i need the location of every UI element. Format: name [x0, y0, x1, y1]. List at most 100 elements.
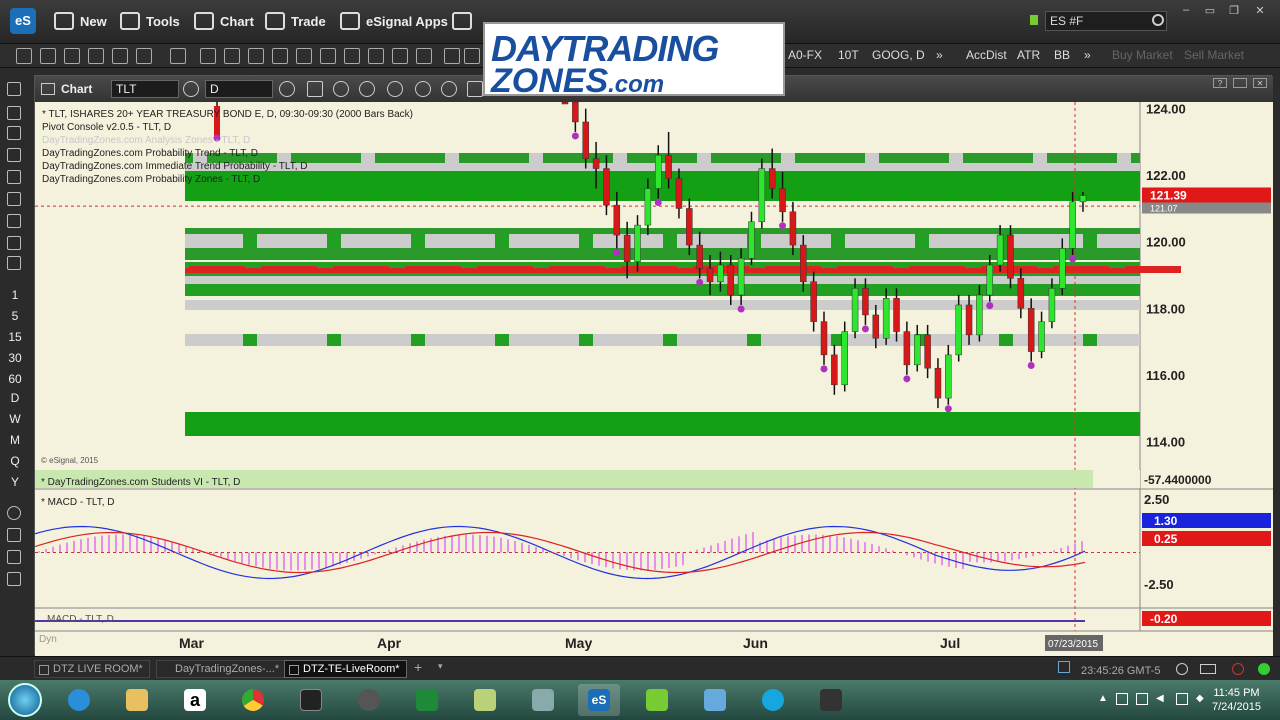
toolbar-icon-12[interactable]	[296, 48, 312, 64]
add-tab-button[interactable]: +	[414, 659, 422, 675]
tab-dtz-live-room[interactable]: DTZ LIVE ROOM*	[34, 660, 150, 678]
tray-up-arrow-icon[interactable]: ▲	[1098, 693, 1110, 705]
menu-icon[interactable]	[7, 550, 21, 564]
interval-monthly[interactable]: M	[0, 433, 30, 447]
interval-select[interactable]: D	[205, 80, 273, 98]
taskbar-chrome[interactable]	[232, 684, 274, 716]
taskbar-app5[interactable]	[290, 684, 332, 716]
chart-maximize-button[interactable]	[1233, 78, 1247, 88]
toolbar-icon-4[interactable]	[88, 48, 104, 64]
taskbar-app11[interactable]	[694, 684, 736, 716]
toolbar-icon-5[interactable]	[112, 48, 128, 64]
tray-network-icon[interactable]	[1176, 693, 1188, 705]
toolbar-icon-19[interactable]	[464, 48, 480, 64]
taskbar-app10[interactable]	[636, 684, 678, 716]
taskbar-camera[interactable]	[348, 684, 390, 716]
taskbar-app13[interactable]	[810, 684, 852, 716]
toolbar-icon-15[interactable]	[368, 48, 384, 64]
zoom-icon[interactable]	[387, 81, 403, 97]
status-clock-icon[interactable]	[1176, 663, 1188, 675]
tray-monitor-icon[interactable]	[1136, 693, 1148, 705]
interval-30[interactable]: 30	[0, 351, 30, 365]
draw-tool-icon-1[interactable]	[7, 82, 21, 96]
symbol-select[interactable]: TLT	[111, 80, 179, 98]
toolbar-icon-6[interactable]	[136, 48, 152, 64]
chart-help-button[interactable]: ?	[1213, 78, 1227, 88]
window-close-button[interactable]: ✕	[1250, 4, 1270, 17]
taskbar-esignal[interactable]: eS	[578, 684, 620, 716]
toolbar-icon-1[interactable]	[16, 48, 32, 64]
esignal-logo-icon[interactable]: eS	[10, 8, 36, 34]
toolbar-item-bb[interactable]: BB	[1054, 48, 1070, 62]
toolbar-icon-17[interactable]	[416, 48, 432, 64]
toolbar-item-accdist[interactable]: AccDist	[966, 48, 1007, 62]
cursor-icon[interactable]	[415, 81, 431, 97]
menu-trade[interactable]: Trade	[265, 12, 326, 30]
tab-dropdown-icon[interactable]: ▾	[438, 661, 443, 672]
interval-60[interactable]: 60	[0, 372, 30, 386]
toolbar-icon-2[interactable]	[40, 48, 56, 64]
toolbar-icon-8[interactable]	[200, 48, 216, 64]
draw-tool-icon-2[interactable]	[7, 106, 21, 120]
interval-weekly[interactable]: W	[0, 412, 30, 426]
tray-shield-icon[interactable]: ◆	[1196, 693, 1208, 705]
interval-15[interactable]: 15	[0, 330, 30, 344]
taskbar-skype[interactable]	[752, 684, 794, 716]
draw-tool-icon-5[interactable]	[7, 170, 21, 184]
window-minimize-button[interactable]: –	[1176, 4, 1196, 16]
draw-tool-icon-8[interactable]	[7, 236, 21, 250]
menu-chart[interactable]: Chart	[194, 12, 254, 30]
toolbar-icon-3[interactable]	[64, 48, 80, 64]
window-restore-button[interactable]: ▭	[1200, 4, 1220, 17]
toolbar-more2-chevron-icon[interactable]: »	[1084, 48, 1091, 62]
toolbar-icon-14[interactable]	[344, 48, 360, 64]
menu-esignal-apps[interactable]: eSignal Apps	[340, 12, 448, 30]
status-record-icon[interactable]	[1232, 663, 1244, 675]
refresh-icon[interactable]	[333, 81, 349, 97]
toolbar-icon-16[interactable]	[392, 48, 408, 64]
toolbar-icon-18[interactable]	[444, 48, 460, 64]
tab-dtz-te-liveroom[interactable]: DTZ-TE-LiveRoom*	[284, 660, 407, 678]
taskbar-explorer[interactable]	[116, 684, 158, 716]
draw-tool-icon-7[interactable]	[7, 214, 21, 228]
status-display-icon[interactable]	[1200, 664, 1216, 674]
toolbar-more-chevron-icon[interactable]: »	[936, 48, 943, 62]
interval-5[interactable]: 5	[0, 309, 30, 323]
layout-icon[interactable]	[7, 528, 21, 542]
columns-icon[interactable]	[7, 572, 21, 586]
symbol-search-input[interactable]: ES #F	[1045, 11, 1167, 31]
clock-icon[interactable]	[279, 81, 295, 97]
toolbar-item-goog[interactable]: GOOG, D	[872, 48, 925, 62]
symbol-link-icon[interactable]	[183, 81, 199, 97]
sell-market-button[interactable]: Sell Market	[1184, 48, 1244, 62]
start-button[interactable]	[8, 683, 42, 717]
toolbar-item-10t[interactable]: 10T	[838, 48, 859, 62]
system-clock[interactable]: 11:45 PM 7/24/2015	[1212, 686, 1261, 714]
tray-flag-icon[interactable]	[1116, 693, 1128, 705]
taskbar-ie[interactable]	[58, 684, 100, 716]
buy-market-button[interactable]: Buy Market	[1112, 48, 1173, 62]
draw-tool-icon-6[interactable]	[7, 192, 21, 206]
toolbar-icon-13[interactable]	[320, 48, 336, 64]
toolbar-icon-7[interactable]	[170, 48, 186, 64]
toolbar-icon-11[interactable]	[272, 48, 288, 64]
taskbar-amazon[interactable]: a	[174, 684, 216, 716]
tray-volume-icon[interactable]: ◀	[1156, 693, 1168, 705]
toolbar-icon-10[interactable]	[248, 48, 264, 64]
toolbar-item-a0fx[interactable]: A0-FX	[788, 48, 822, 62]
interval-daily[interactable]: D	[0, 391, 30, 405]
interval-1[interactable]: 1	[0, 288, 30, 302]
interval-quarterly[interactable]: Q	[0, 454, 30, 468]
draw-tool-icon-4[interactable]	[7, 148, 21, 162]
draw-tool-icon-9[interactable]	[7, 256, 21, 270]
link-icon[interactable]	[7, 506, 21, 520]
menu-tools[interactable]: Tools	[120, 12, 180, 30]
taskbar-network[interactable]	[522, 684, 564, 716]
play-icon[interactable]	[359, 81, 375, 97]
window-maximize-button[interactable]: ❐	[1224, 4, 1244, 17]
search-icon[interactable]	[1152, 14, 1164, 26]
chart-close-button[interactable]: ✕	[1253, 78, 1267, 88]
draw-tool-icon-3[interactable]	[7, 126, 21, 140]
interval-yearly[interactable]: Y	[0, 475, 30, 489]
taskbar-excel[interactable]	[406, 684, 448, 716]
